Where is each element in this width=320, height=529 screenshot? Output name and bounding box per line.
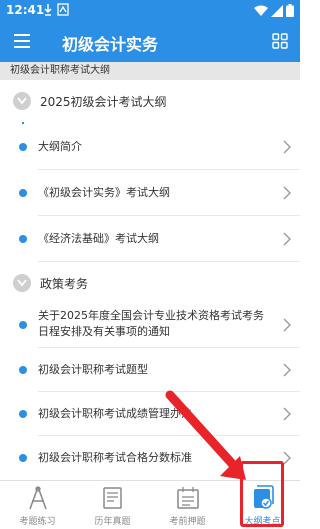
timeline-dot: [19, 410, 27, 418]
collapse-icon: [13, 274, 31, 292]
list-item[interactable]: 《初级会计实务》考试大纲: [0, 170, 300, 216]
status-bar: 12:41: [0, 0, 300, 22]
grid-icon[interactable]: [272, 33, 288, 49]
page-title: 初级会计实务: [62, 35, 159, 54]
timeline-dot: [19, 235, 27, 243]
system-icons: [254, 4, 294, 17]
download-icon: [44, 3, 69, 16]
nav-past-exams[interactable]: 历年真题: [75, 481, 150, 529]
timeline-dot: [19, 321, 27, 329]
item-label: 关于2025年度全国会计专业技术资格考试考务日程安排及有关事项的通知: [38, 309, 264, 338]
item-label: 初级会计职称考试题型: [38, 363, 148, 376]
compass-icon: [29, 486, 47, 510]
list-item[interactable]: 大纲简介: [0, 124, 300, 170]
group-header[interactable]: 政策考务: [0, 262, 300, 304]
timeline-dot: [19, 366, 27, 374]
nav-practice[interactable]: 考题练习: [0, 481, 75, 529]
highlight-box: [240, 461, 284, 527]
battery-icon: [286, 4, 294, 17]
nav-label: 历年真题: [94, 517, 131, 527]
menu-icon[interactable]: [14, 34, 30, 48]
section-header: 初级会计职称考试大纲: [0, 62, 300, 80]
chevron-right-icon: [283, 318, 291, 332]
group-header[interactable]: 2025初级会计考试大纲: [0, 80, 300, 122]
item-label: 初级会计职称考试合格分数标准: [38, 451, 192, 464]
status-time: 12:41: [6, 3, 45, 17]
document-icon: [103, 487, 122, 509]
calendar-icon: [177, 487, 199, 509]
chevron-right-icon: [283, 186, 291, 200]
nav-label: 考题练习: [19, 517, 56, 527]
wifi-icon: [254, 5, 268, 16]
collapse-icon: [13, 92, 31, 110]
timeline-dot: [19, 143, 27, 151]
group-title: 政策考务: [40, 277, 89, 291]
item-label: 《经济法基础》考试大纲: [38, 232, 159, 245]
item-label: 大纲简介: [38, 140, 82, 153]
group-title: 2025初级会计考试大纲: [40, 95, 167, 109]
app-bar: 初级会计实务: [0, 22, 300, 62]
timeline-dot: [19, 189, 27, 197]
outline-list: 2025初级会计考试大纲 大纲简介 《初级会计实务》考试大纲 《经济法基础》考试…: [0, 80, 300, 480]
chevron-right-icon: [283, 407, 291, 421]
chevron-right-icon: [283, 140, 291, 154]
timeline-dot: [19, 454, 27, 462]
signal-icon: [271, 4, 283, 17]
chevron-right-icon: [283, 363, 291, 377]
list-item[interactable]: 《经济法基础》考试大纲: [0, 216, 300, 262]
notification-icons: [44, 3, 70, 20]
nav-label: 考前押题: [169, 517, 206, 527]
list-item[interactable]: 关于2025年度全国会计专业技术资格考试考务日程安排及有关事项的通知: [0, 302, 300, 348]
list-item[interactable]: 初级会计职称考试题型: [0, 348, 300, 392]
nav-predictions[interactable]: 考前押题: [150, 481, 225, 529]
list-item[interactable]: 初级会计职称考试成绩管理办法: [0, 392, 300, 436]
chevron-right-icon: [283, 232, 291, 246]
item-label: 《初级会计实务》考试大纲: [38, 186, 170, 199]
item-label: 初级会计职称考试成绩管理办法: [38, 407, 192, 420]
